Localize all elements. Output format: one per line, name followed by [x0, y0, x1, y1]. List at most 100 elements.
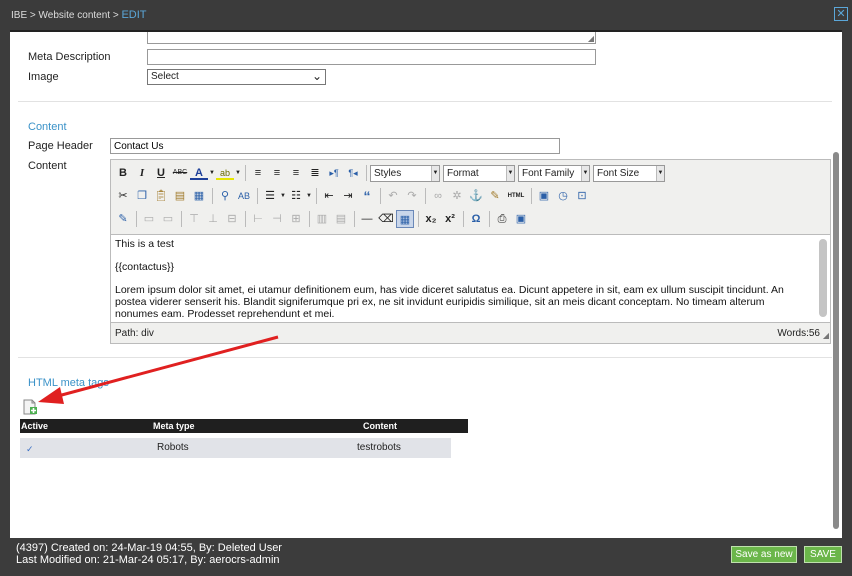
- rtl-direction-icon[interactable]: ¶◂: [344, 164, 362, 182]
- indent-icon[interactable]: ⇥: [339, 187, 357, 205]
- image-select[interactable]: Select ⌄: [147, 69, 326, 85]
- insert-row-after-icon[interactable]: ⊥: [204, 210, 222, 228]
- word-count: Words:56: [777, 328, 820, 339]
- editor-content-area[interactable]: This is a test {{contactus}} Lorem ipsum…: [111, 234, 830, 323]
- subscript-icon[interactable]: x₂: [422, 210, 440, 228]
- special-char-icon[interactable]: Ω: [467, 210, 485, 228]
- modified-info: Last Modified on: 21-Mar-24 05:17, By: a…: [16, 554, 280, 566]
- toolbar-separator: [245, 211, 246, 227]
- editor-toolbar-row-2: ✂ ❐ 📋︎ ▤ ▦ ⚲ AB ☰ ▼ ☷ ▼ ⇤ ⇥ “ ↶ ↷ ∞ ✲ ⚓ …: [114, 186, 592, 206]
- blockquote-icon[interactable]: “: [358, 187, 376, 205]
- bold-button[interactable]: B: [114, 164, 132, 182]
- meta-tags-section-title: HTML meta tags: [28, 377, 109, 389]
- breadcrumb-ibe[interactable]: IBE: [11, 10, 27, 21]
- strikethrough-button[interactable]: ABC: [171, 164, 189, 182]
- table-row[interactable]: ✓ Robots testrobots: [20, 438, 451, 458]
- save-as-new-button[interactable]: Save as new: [731, 546, 797, 563]
- superscript-icon[interactable]: x²: [441, 210, 459, 228]
- image-select-value: Select: [151, 71, 179, 82]
- align-right-icon[interactable]: ≡: [287, 164, 305, 182]
- cleanup-icon[interactable]: ✎: [486, 187, 504, 205]
- chevron-down-icon: ▼: [581, 165, 589, 181]
- link-icon[interactable]: ∞: [429, 187, 447, 205]
- paste-word-icon[interactable]: ▦: [190, 187, 208, 205]
- font-size-dropdown-label: Font Size: [597, 167, 640, 179]
- delete-row-icon[interactable]: ⊟: [223, 210, 241, 228]
- row-props-icon[interactable]: ▭: [140, 210, 158, 228]
- editor-toolbar-row-1: B I U ABC A ▼ ab ▼ ≡ ≡ ≡ ≣ ▸¶ ¶◂ Styles ▼…: [114, 163, 668, 183]
- column-header-content[interactable]: Content: [363, 421, 397, 431]
- insert-date-icon[interactable]: ▣: [535, 187, 553, 205]
- italic-button[interactable]: I: [133, 164, 151, 182]
- meta-description-label: Meta Description: [28, 51, 111, 63]
- bullet-list-icon[interactable]: ☰: [261, 187, 279, 205]
- close-icon[interactable]: ✕: [834, 7, 848, 21]
- preview-icon[interactable]: ⊡: [573, 187, 591, 205]
- underline-button[interactable]: U: [152, 164, 170, 182]
- horizontal-rule-icon[interactable]: —: [358, 210, 376, 228]
- replace-icon[interactable]: AB: [235, 187, 253, 205]
- cell-props-icon[interactable]: ▭: [159, 210, 177, 228]
- insert-time-icon[interactable]: ◷: [554, 187, 572, 205]
- toolbar-separator: [463, 211, 464, 227]
- numbered-list-dropdown-icon[interactable]: ▼: [306, 187, 312, 205]
- record-info: (4397) Created on: 24-Mar-19 04:55, By: …: [16, 542, 282, 566]
- highlight-dropdown-icon[interactable]: ▼: [235, 164, 241, 182]
- insert-table-icon[interactable]: ▦: [396, 210, 414, 228]
- editor-scrollbar[interactable]: [819, 239, 827, 317]
- merge-cells-icon[interactable]: ▤: [332, 210, 350, 228]
- column-header-active[interactable]: Active: [21, 421, 48, 431]
- toolbar-separator: [531, 188, 532, 204]
- copy-icon[interactable]: ❐: [133, 187, 151, 205]
- editor-path: Path: div: [115, 328, 154, 339]
- align-justify-icon[interactable]: ≣: [306, 164, 324, 182]
- paste-text-icon[interactable]: ▤: [171, 187, 189, 205]
- align-left-icon[interactable]: ≡: [249, 164, 267, 182]
- undo-icon[interactable]: ↶: [384, 187, 402, 205]
- redo-icon[interactable]: ↷: [403, 187, 421, 205]
- align-center-icon[interactable]: ≡: [268, 164, 286, 182]
- outdent-icon[interactable]: ⇤: [320, 187, 338, 205]
- meta-tags-table-header: Active Meta type Content: [20, 419, 468, 433]
- find-icon[interactable]: ⚲: [216, 187, 234, 205]
- insert-col-before-icon[interactable]: ⊢: [249, 210, 267, 228]
- cut-icon[interactable]: ✂: [114, 187, 132, 205]
- paste-icon[interactable]: 📋︎: [152, 187, 170, 205]
- breadcrumb-website-content[interactable]: Website content: [39, 10, 111, 21]
- edit-css-icon[interactable]: ✎: [114, 210, 132, 228]
- html-source-button[interactable]: HTML: [505, 187, 527, 205]
- format-dropdown[interactable]: Format ▼: [443, 164, 515, 182]
- toolbar-separator: [380, 188, 381, 204]
- editor-paragraph: This is a test: [115, 238, 174, 250]
- text-color-icon[interactable]: A: [190, 166, 208, 180]
- column-header-meta-type[interactable]: Meta type: [153, 421, 195, 431]
- resize-handle-icon[interactable]: ◢: [823, 327, 829, 345]
- add-meta-tag-icon[interactable]: [22, 399, 38, 415]
- meta-description-input[interactable]: [147, 49, 596, 65]
- font-size-dropdown[interactable]: Font Size ▼: [593, 164, 665, 182]
- page-header-label: Page Header: [28, 140, 93, 152]
- delete-col-icon[interactable]: ⊞: [287, 210, 305, 228]
- keywords-textarea[interactable]: ◢: [147, 32, 596, 44]
- unlink-icon[interactable]: ✲: [448, 187, 466, 205]
- styles-dropdown[interactable]: Styles ▼: [370, 164, 440, 182]
- ltr-direction-icon[interactable]: ▸¶: [325, 164, 343, 182]
- insert-col-after-icon[interactable]: ⊣: [268, 210, 286, 228]
- resize-handle-icon[interactable]: ◢: [588, 34, 594, 43]
- toolbar-separator: [212, 188, 213, 204]
- bullet-list-dropdown-icon[interactable]: ▼: [280, 187, 286, 205]
- highlight-color-icon[interactable]: ab: [216, 166, 234, 180]
- numbered-list-icon[interactable]: ☷: [287, 187, 305, 205]
- page-header-input[interactable]: [110, 138, 560, 154]
- fullscreen-icon[interactable]: ▣: [512, 210, 530, 228]
- breadcrumb: IBE > Website content > EDIT: [11, 9, 147, 21]
- panel-scrollbar[interactable]: [833, 152, 839, 529]
- remove-format-icon[interactable]: ⌫: [377, 210, 395, 228]
- print-icon[interactable]: ⎙: [493, 210, 511, 228]
- save-button[interactable]: SAVE: [804, 546, 842, 563]
- insert-row-before-icon[interactable]: ⊤: [185, 210, 203, 228]
- font-family-dropdown[interactable]: Font Family ▼: [518, 164, 590, 182]
- split-cells-icon[interactable]: ▥: [313, 210, 331, 228]
- text-color-dropdown-icon[interactable]: ▼: [209, 164, 215, 182]
- anchor-icon[interactable]: ⚓: [467, 187, 485, 205]
